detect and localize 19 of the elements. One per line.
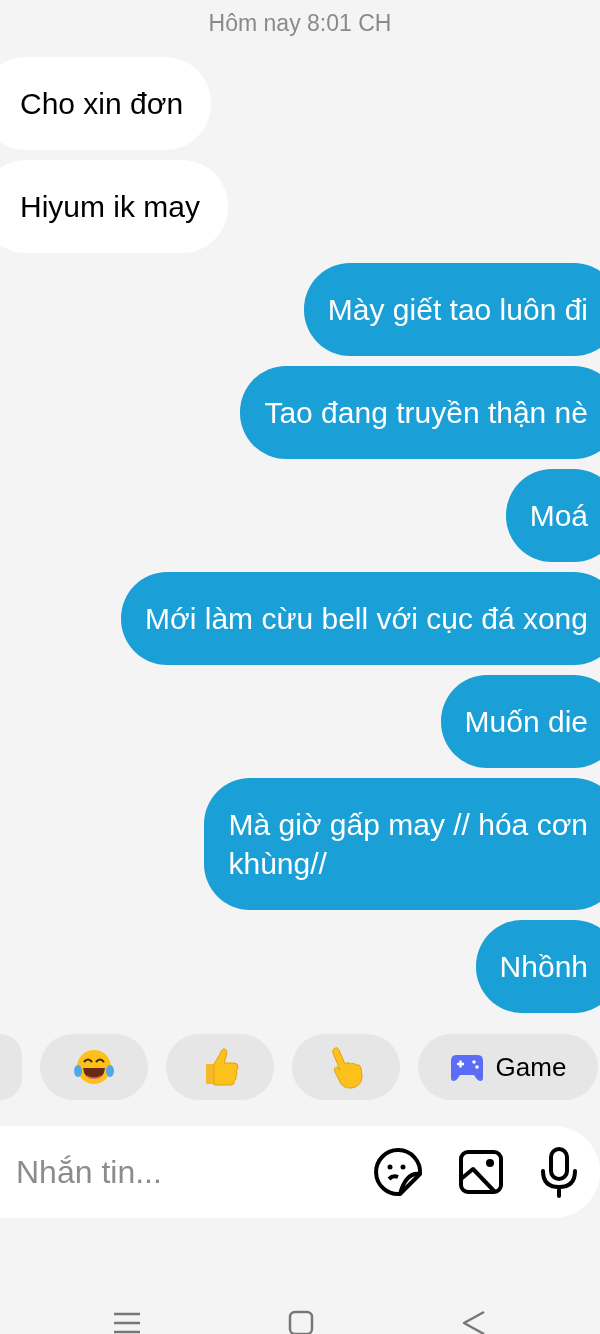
sticker-icon[interactable] bbox=[372, 1146, 424, 1198]
outgoing-message: Moá bbox=[505, 468, 600, 562]
incoming-message: Hiyum ik may bbox=[0, 159, 228, 253]
back-icon[interactable] bbox=[460, 1310, 487, 1334]
home-icon[interactable] bbox=[288, 1310, 314, 1334]
outgoing-message: Mới làm cừu bell với cục đá xong bbox=[121, 571, 600, 665]
outgoing-message: Mà giờ gấp may // hóa cơn khùng// bbox=[204, 777, 600, 910]
image-icon[interactable] bbox=[458, 1149, 504, 1195]
outgoing-message: Nhồnh bbox=[475, 919, 600, 1013]
outgoing-message: Mày giết tao luôn đi bbox=[303, 262, 600, 356]
incoming-message: Cho xin đơn bbox=[0, 56, 212, 150]
outgoing-message: Tao đang truyền thận nè bbox=[240, 365, 600, 459]
timestamp: Hôm nay 8:01 CH bbox=[208, 9, 392, 38]
microphone-icon[interactable] bbox=[538, 1146, 580, 1198]
message-composer[interactable]: Nhắn tin... bbox=[0, 1126, 600, 1218]
menu-icon[interactable] bbox=[113, 1312, 142, 1334]
gamepad-icon bbox=[449, 1052, 484, 1082]
game-button[interactable]: Game bbox=[418, 1034, 598, 1100]
outgoing-message: Muốn die bbox=[440, 674, 600, 768]
